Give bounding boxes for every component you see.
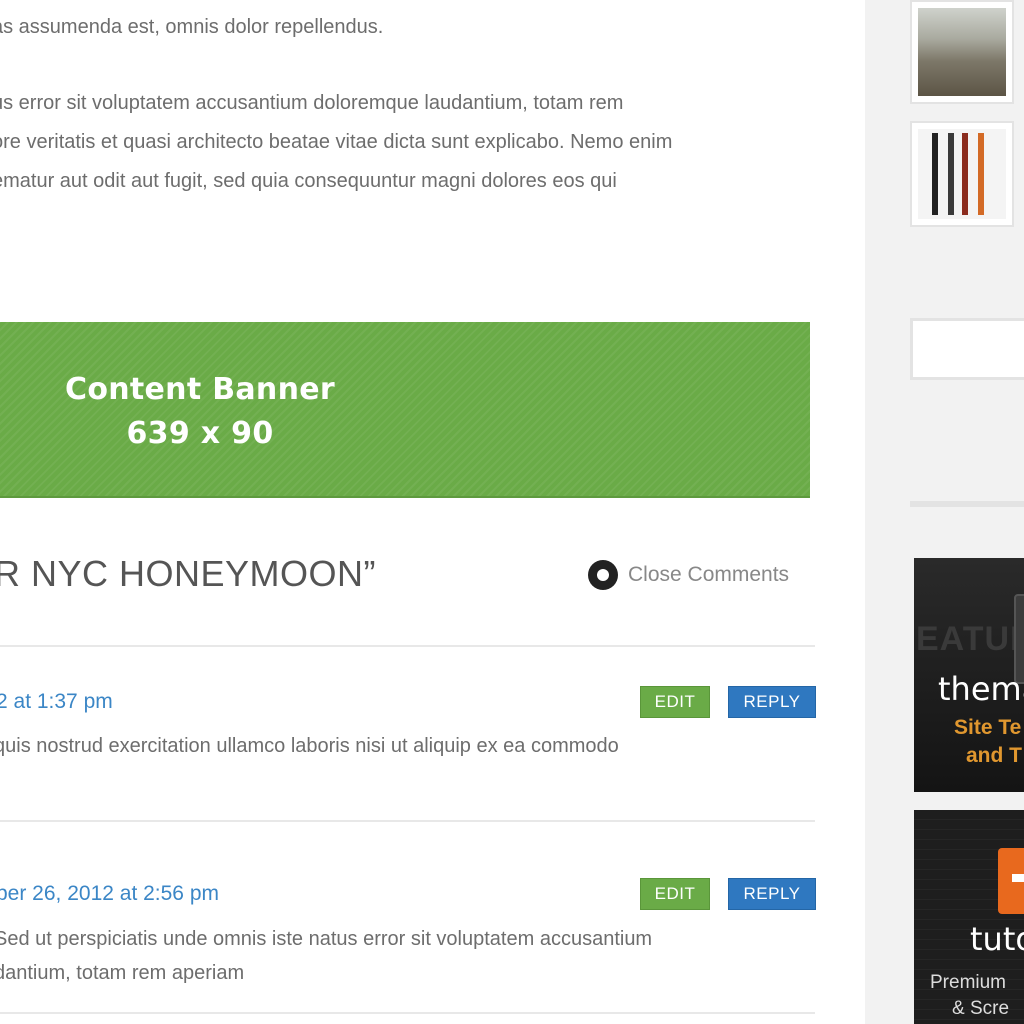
ad-tagline: Site Te: [954, 716, 1022, 739]
comment-text: quis nostrud exercitation ullamco labori…: [0, 735, 619, 757]
comment-text: dantium, totam rem aperiam: [0, 962, 245, 984]
post-paragraph-end: as assumenda est, omnis dolor repellendu…: [0, 16, 384, 38]
interior-photo: [918, 8, 1006, 96]
sidebar-ad-themeforest[interactable]: EATUR thema Site Te and T: [914, 558, 1024, 792]
comment-date-link[interactable]: ber 26, 2012 at 2:56 pm: [0, 882, 219, 906]
tutsplus-logo-icon: [998, 848, 1024, 914]
sidebar-divider: [910, 501, 1024, 507]
close-comments-label: Close Comments: [628, 563, 790, 586]
content-banner[interactable]: Content Banner 639 x 90: [0, 322, 810, 498]
banner-title: Content Banner: [65, 372, 335, 407]
thumbnail-pens[interactable]: [910, 121, 1014, 227]
pens-photo: [918, 129, 1006, 219]
comment-date-link[interactable]: 2 at 1:37 pm: [0, 690, 113, 714]
post-paragraph-line: us error sit voluptatem accusantium dolo…: [0, 92, 624, 114]
main-content: as assumenda est, omnis dolor repellendu…: [0, 0, 865, 1024]
edit-button[interactable]: EDIT: [640, 686, 710, 718]
post-paragraph-line: ore veritatis et quasi architecto beatae…: [0, 131, 673, 153]
banner-size: 639 x 90: [126, 416, 274, 451]
post-paragraph-line: ematur aut odit aut fugit, sed quia cons…: [0, 170, 617, 192]
comments-heading: R NYC HONEYMOON”: [0, 553, 377, 594]
comment-text: Sed ut perspiciatis unde omnis iste natu…: [0, 928, 653, 950]
reply-button[interactable]: REPLY: [728, 686, 816, 718]
edit-button[interactable]: EDIT: [640, 878, 710, 910]
circle-toggle-icon: [588, 560, 618, 590]
ad-brand-text: tuto: [970, 920, 1024, 958]
divider: [0, 645, 815, 647]
ad-tagline: Premium: [930, 972, 1007, 993]
thumbnail-interior[interactable]: [910, 0, 1014, 104]
close-comments-button[interactable]: Close Comments: [588, 560, 789, 590]
divider: [0, 1012, 815, 1014]
ad-tagline: and T: [966, 744, 1022, 767]
reply-button[interactable]: REPLY: [728, 878, 816, 910]
search-input[interactable]: [910, 318, 1024, 380]
ad-tagline: & Scre: [952, 998, 1010, 1019]
ad-faint-text: EATUR: [916, 620, 1024, 658]
ad-brand-text: thema: [938, 670, 1024, 708]
sidebar-ad-tutsplus[interactable]: tuto Premium & Scre: [914, 810, 1024, 1024]
divider: [0, 820, 815, 822]
